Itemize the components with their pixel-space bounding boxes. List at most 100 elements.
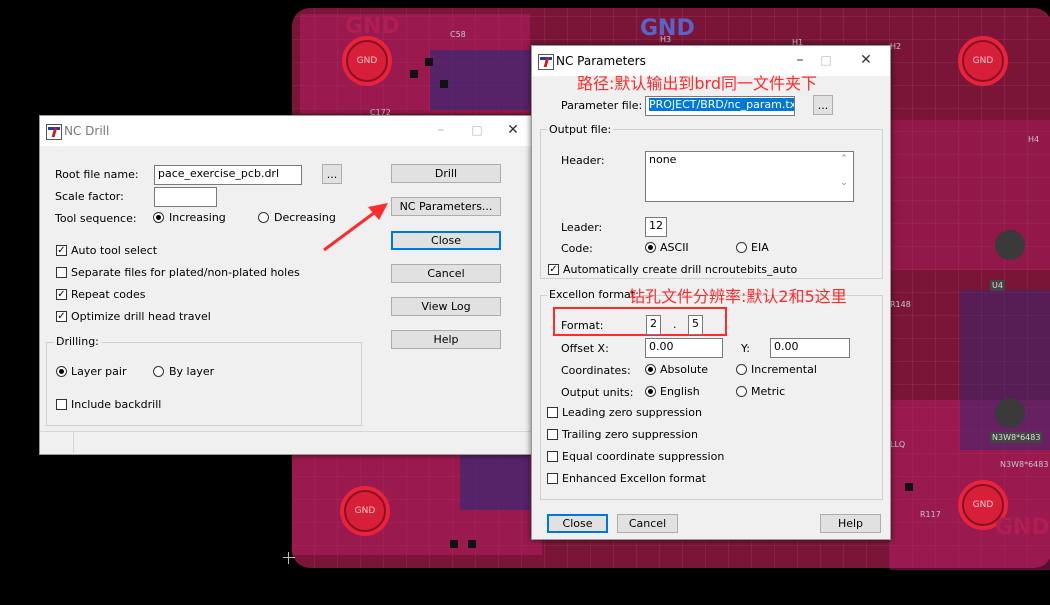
equal-coordinate-checkbox[interactable]	[547, 451, 558, 462]
close-icon[interactable]: ✕	[858, 52, 874, 68]
smd-pad	[410, 70, 418, 78]
ascii-radio[interactable]	[645, 242, 656, 253]
view-log-button[interactable]: View Log	[391, 297, 501, 316]
annotation-arrow-icon	[323, 203, 388, 252]
crosshair-cursor-icon	[283, 552, 295, 564]
format-separator: .	[673, 318, 677, 331]
include-backdrill-label: Include backdrill	[71, 398, 162, 411]
maximize-icon[interactable]: □	[469, 122, 485, 138]
close-button[interactable]: Close	[391, 231, 501, 250]
close-icon[interactable]: ✕	[505, 122, 521, 138]
smd-pad	[425, 58, 433, 66]
root-file-input[interactable]: pace_exercise_pcb.drl	[154, 165, 302, 185]
drilling-group	[46, 342, 362, 426]
smd-pad	[440, 80, 448, 88]
format-decimal-input[interactable]: 5	[688, 315, 703, 335]
allegro-app-icon	[538, 54, 554, 70]
increasing-label: Increasing	[169, 211, 226, 224]
silk-label: U4	[990, 280, 1005, 291]
eia-label: EIA	[751, 241, 769, 254]
optimize-travel-checkbox[interactable]: ✓	[56, 311, 67, 322]
cancel-button[interactable]: Cancel	[391, 264, 501, 283]
gnd-silk-text: GND	[995, 515, 1050, 540]
drill-button[interactable]: Drill	[391, 164, 501, 183]
silk-label: R117	[920, 510, 941, 519]
window-title: NC Parameters	[556, 54, 646, 68]
parameter-file-value: PROJECT/BRD/nc_param.txt	[649, 98, 794, 111]
scale-factor-input[interactable]	[154, 187, 217, 207]
absolute-radio[interactable]	[645, 364, 656, 375]
by-layer-radio[interactable]	[153, 366, 164, 377]
incremental-radio[interactable]	[736, 364, 747, 375]
status-divider	[73, 432, 74, 453]
silk-label: LLQ	[890, 440, 906, 449]
nc-parameters-button[interactable]: NC Parameters...	[391, 197, 501, 216]
separate-files-checkbox[interactable]	[56, 267, 67, 278]
cancel-button[interactable]: Cancel	[617, 514, 678, 533]
code-label: Code:	[561, 242, 593, 255]
maximize-icon[interactable]: □	[818, 52, 834, 68]
format-integer-input[interactable]: 2	[646, 315, 661, 335]
allegro-app-icon	[46, 124, 62, 140]
parameter-file-browse-button[interactable]: ...	[813, 95, 833, 115]
silk-label: R148	[890, 300, 911, 309]
nc-drill-titlebar[interactable]: NC Drill – □ ✕	[40, 116, 531, 146]
silk-label: H4	[1028, 135, 1040, 144]
header-textarea[interactable]: none	[645, 151, 854, 202]
metric-label: Metric	[751, 385, 786, 398]
header-value: none	[649, 153, 677, 166]
auto-ncroute-checkbox[interactable]: ✓	[548, 264, 559, 275]
decreasing-radio[interactable]	[258, 212, 269, 223]
excellon-format-group-title: Excellon format:	[547, 288, 641, 301]
path-annotation: 路径:默认输出到brd同一文件夹下	[577, 74, 818, 93]
format-label: Format:	[561, 319, 604, 332]
silk-label: N3W8*6483	[990, 432, 1043, 443]
root-file-browse-button[interactable]: ...	[322, 164, 342, 184]
layer-pair-label: Layer pair	[71, 365, 127, 378]
auto-tool-select-checkbox[interactable]: ✓	[56, 245, 67, 256]
nc-drill-window: NC Drill – □ ✕ Root file name: pace_exer…	[39, 115, 532, 455]
help-button[interactable]: Help	[391, 330, 501, 349]
english-label: English	[660, 385, 700, 398]
increasing-radio[interactable]	[153, 212, 164, 223]
smd-pad	[905, 483, 913, 491]
layer-pair-radio[interactable]	[56, 366, 67, 377]
window-title: NC Drill	[64, 124, 110, 138]
gnd-silk-text: GND	[345, 14, 400, 39]
root-file-label: Root file name:	[55, 168, 139, 181]
close-button[interactable]: Close	[547, 514, 608, 533]
trailing-zero-checkbox[interactable]	[547, 429, 558, 440]
header-scrollbar[interactable]: ⌃ ⌄	[837, 153, 851, 199]
optimize-travel-label: Optimize drill head travel	[71, 310, 211, 323]
offset-y-label: Y:	[741, 342, 750, 355]
silk-label: C58	[450, 30, 466, 39]
via-pad	[995, 230, 1025, 260]
minimize-icon[interactable]: –	[433, 122, 449, 138]
offset-x-label: Offset X:	[561, 342, 609, 355]
leader-input[interactable]: 12	[645, 217, 667, 237]
metric-radio[interactable]	[736, 386, 747, 397]
auto-tool-select-label: Auto tool select	[71, 244, 158, 257]
gnd-silk-text: GND	[640, 16, 695, 41]
leading-zero-label: Leading zero suppression	[562, 406, 702, 419]
equal-coordinate-label: Equal coordinate suppression	[562, 450, 725, 463]
repeat-codes-checkbox[interactable]: ✓	[56, 289, 67, 300]
minimize-icon[interactable]: –	[792, 52, 808, 68]
leading-zero-checkbox[interactable]	[547, 407, 558, 418]
smd-pad	[468, 540, 476, 548]
output-file-group-title: Output file:	[547, 123, 614, 136]
english-radio[interactable]	[645, 386, 656, 397]
gnd-mounting-hole: GND	[958, 36, 1008, 86]
offset-x-input[interactable]: 0.00	[645, 338, 723, 358]
drilling-group-title: Drilling:	[54, 335, 101, 348]
via-pad	[995, 398, 1025, 428]
include-backdrill-checkbox[interactable]	[56, 399, 67, 410]
offset-y-input[interactable]: 0.00	[770, 338, 850, 358]
gnd-mounting-hole: GND	[340, 486, 390, 536]
enhanced-excellon-checkbox[interactable]	[547, 473, 558, 484]
help-button[interactable]: Help	[820, 514, 881, 533]
ascii-label: ASCII	[660, 241, 689, 254]
silk-label: N3W8*6483	[1000, 460, 1049, 469]
eia-radio[interactable]	[736, 242, 747, 253]
parameter-file-input[interactable]: PROJECT/BRD/nc_param.txt	[645, 96, 795, 116]
